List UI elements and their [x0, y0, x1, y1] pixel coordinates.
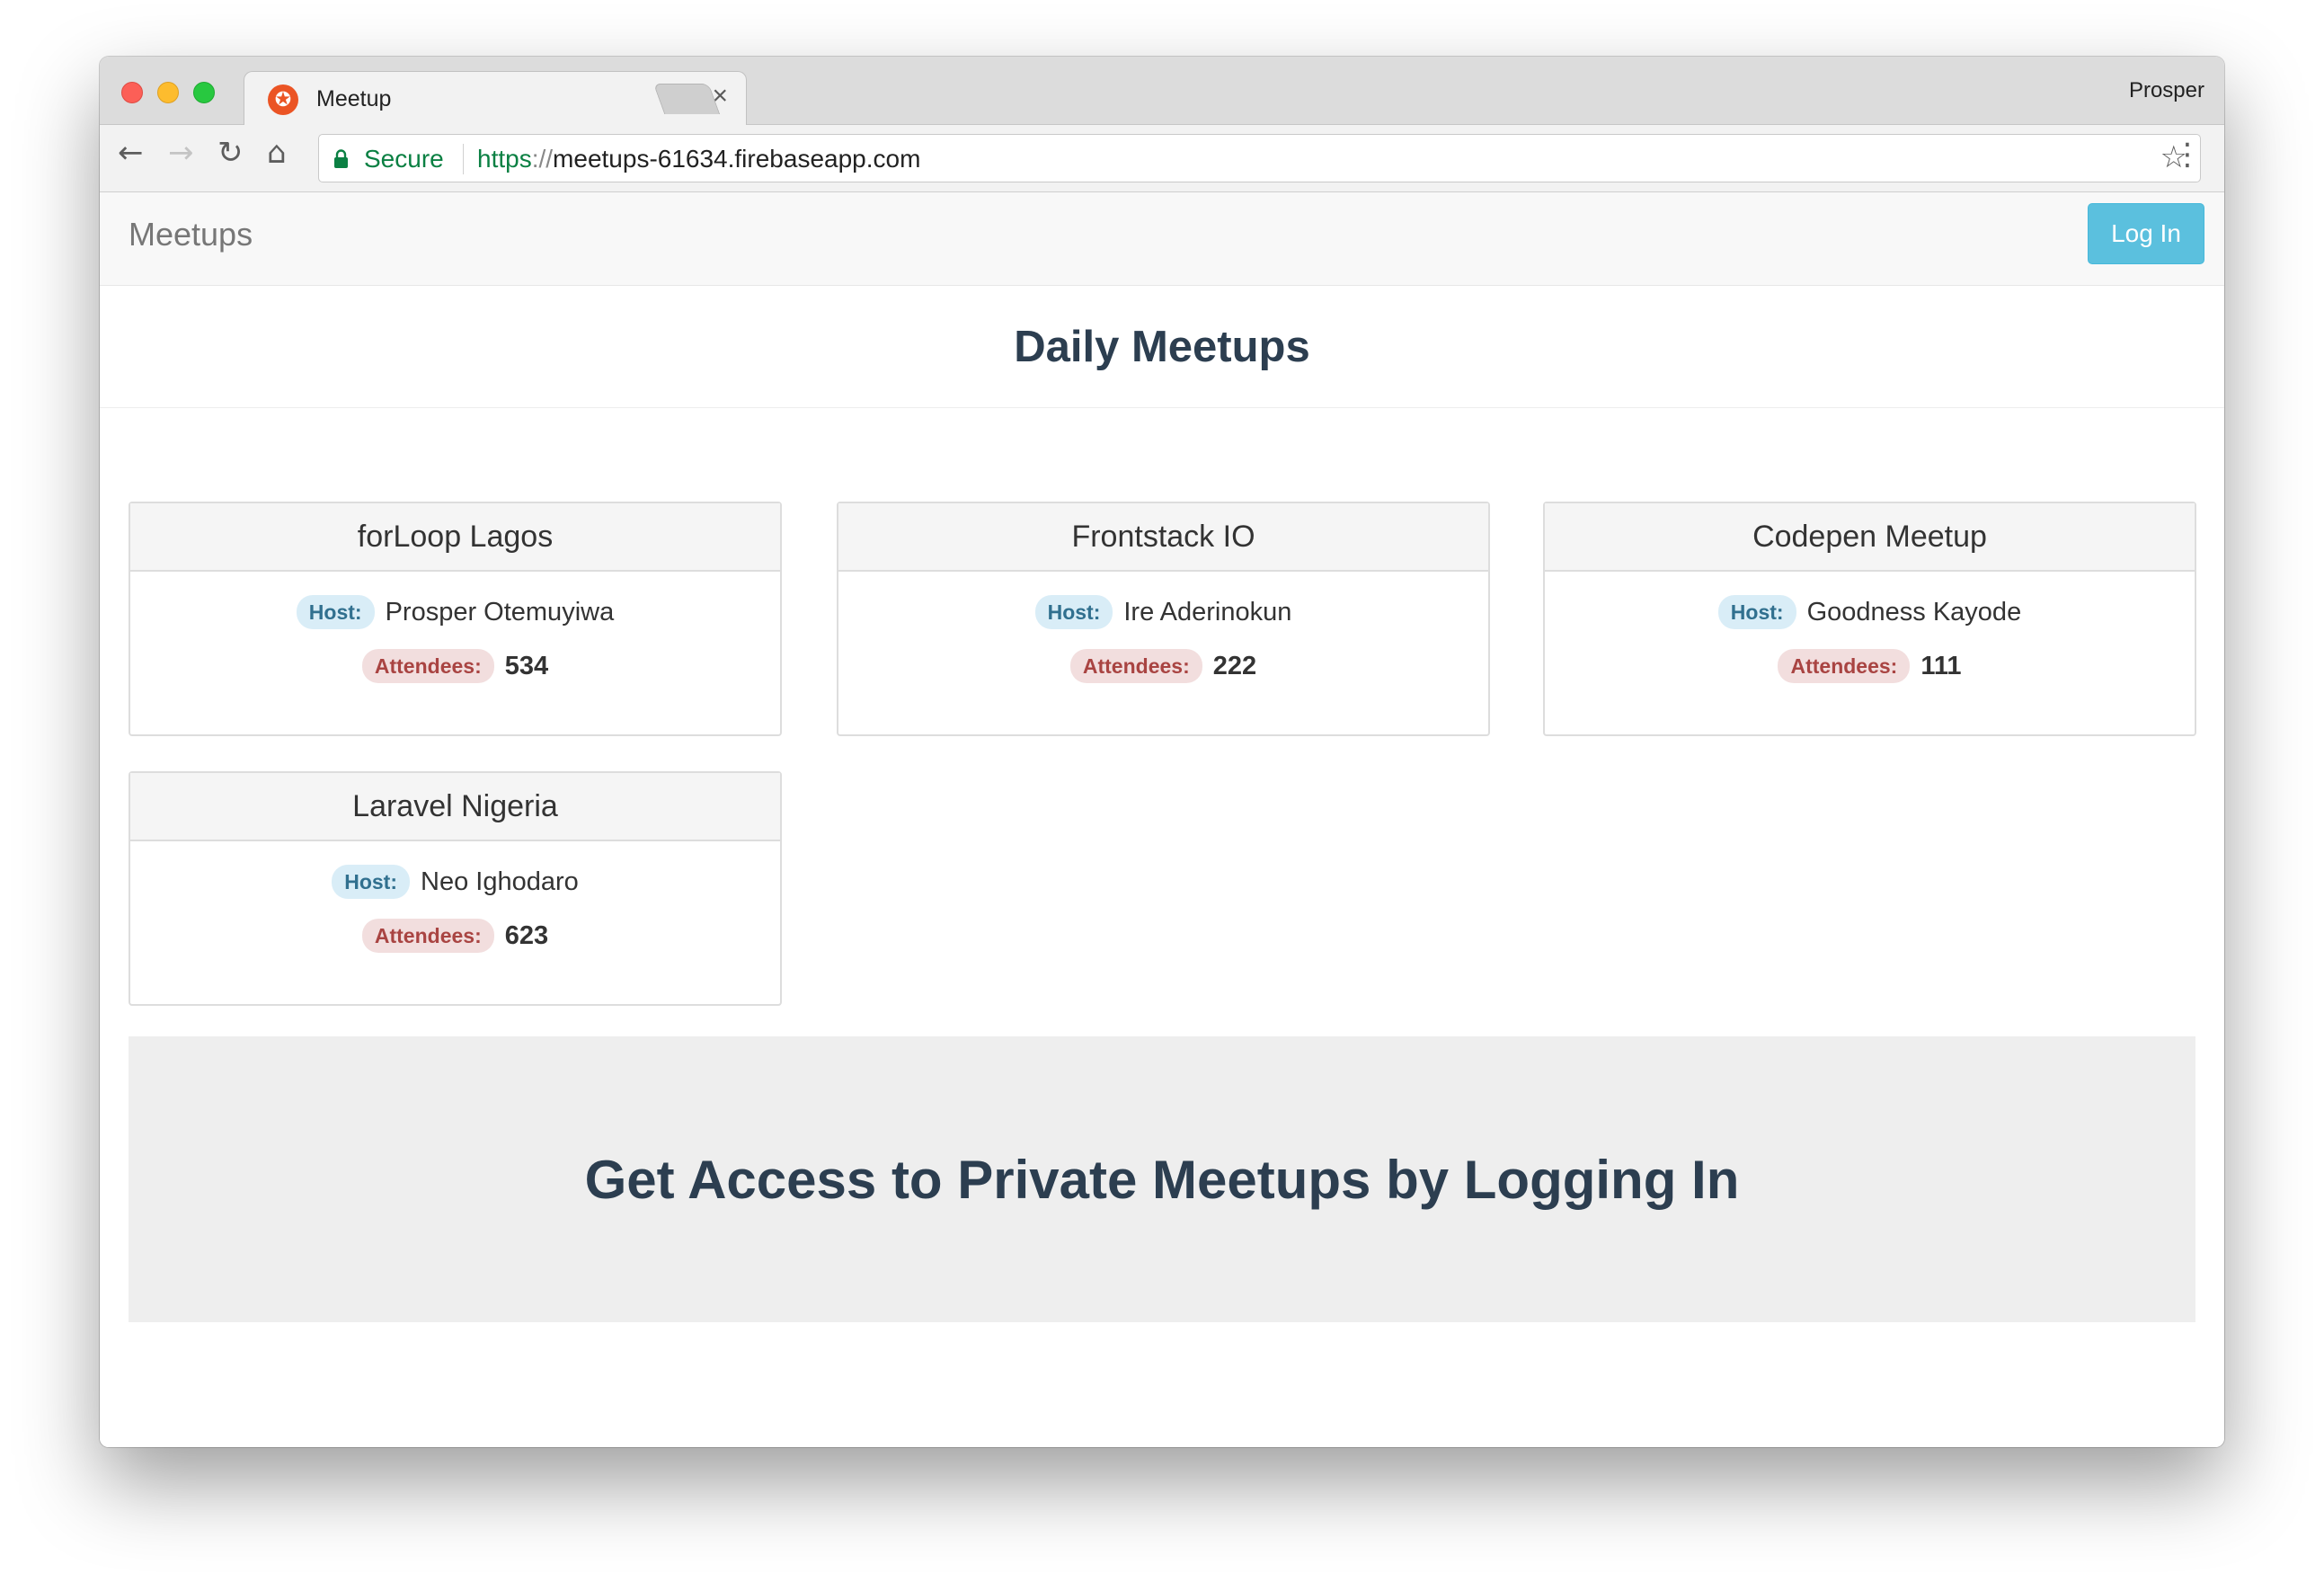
meetup-name: forLoop Lagos: [130, 503, 780, 572]
secure-label: Secure: [364, 145, 444, 173]
host-name: Goodness Kayode: [1806, 597, 2022, 627]
host-row: Host: Neo Ighodaro: [130, 865, 780, 899]
maximize-window-button[interactable]: [193, 82, 215, 103]
login-button[interactable]: Log In: [2088, 203, 2204, 264]
host-badge: Host:: [1034, 595, 1113, 629]
host-row: Host: Ire Aderinokun: [838, 595, 1488, 629]
attendees-row: Attendees: 222: [838, 649, 1488, 683]
new-tab-button[interactable]: [652, 84, 721, 114]
close-window-button[interactable]: [121, 82, 143, 103]
attendees-badge: Attendees:: [361, 649, 494, 683]
tab-strip: ✪ Meetup × Prosper: [100, 57, 2224, 126]
login-cta-jumbotron: Get Access to Private Meetups by Logging…: [129, 1036, 2195, 1322]
meetup-card-body: Host: Ire Aderinokun Attendees: 222: [838, 572, 1488, 736]
host-name: Prosper Otemuyiwa: [385, 597, 615, 627]
meetup-card-body: Host: Prosper Otemuyiwa Attendees: 534: [130, 572, 780, 736]
minimize-window-button[interactable]: [157, 82, 179, 103]
meetup-card: Laravel Nigeria Host: Neo Ighodaro Atten…: [129, 771, 782, 1006]
url-separator: [463, 144, 464, 174]
meetup-card-body: Host: Goodness Kayode Attendees: 111: [1545, 572, 2195, 736]
browser-toolbar: ← → ↻ ⌂ Secure https://meetups-61634.fir…: [100, 125, 2224, 192]
url-host: meetups-61634.firebaseapp.com: [553, 145, 921, 173]
attendees-count: 623: [504, 920, 549, 950]
attendees-row: Attendees: 111: [1545, 649, 2195, 683]
meetup-name: Frontstack IO: [838, 503, 1488, 572]
profile-name[interactable]: Prosper: [2129, 78, 2204, 103]
host-badge: Host:: [332, 865, 411, 899]
host-badge: Host:: [296, 595, 375, 629]
login-cta-text: Get Access to Private Meetups by Logging…: [584, 1149, 1740, 1210]
address-bar[interactable]: Secure https://meetups-61634.firebaseapp…: [318, 134, 2201, 182]
navbar: Meetups Log In: [100, 192, 2224, 286]
page-content: Meetups Log In Daily Meetups forLoop Lag…: [100, 192, 2224, 1447]
lock-icon: [334, 149, 348, 168]
url-text[interactable]: https://meetups-61634.firebaseapp.com: [477, 145, 920, 173]
auth0-favicon-icon: ✪: [268, 84, 298, 115]
host-badge: Host:: [1717, 595, 1796, 629]
url-scheme-separator: ://: [531, 145, 554, 173]
meetup-name: Codepen Meetup: [1545, 503, 2195, 572]
reload-icon[interactable]: ↻: [217, 138, 244, 168]
home-icon[interactable]: ⌂: [267, 138, 287, 168]
meetup-name: Laravel Nigeria: [130, 773, 780, 841]
screen: ✪ Meetup × Prosper ← → ↻ ⌂ Secure https:…: [0, 0, 2324, 1591]
host-name: Ire Aderinokun: [1123, 597, 1292, 627]
browser-window: ✪ Meetup × Prosper ← → ↻ ⌂ Secure https:…: [100, 57, 2224, 1447]
host-name: Neo Ighodaro: [421, 867, 579, 896]
meetup-card-body: Host: Neo Ighodaro Attendees: 623: [130, 841, 780, 1006]
tab-title: Meetup: [316, 86, 392, 111]
page-header: Daily Meetups: [100, 286, 2224, 408]
back-arrow-icon[interactable]: ←: [118, 138, 144, 168]
attendees-badge: Attendees:: [1778, 649, 1911, 683]
navbar-brand[interactable]: Meetups: [129, 216, 253, 253]
url-scheme: https: [477, 145, 532, 173]
attendees-badge: Attendees:: [1069, 649, 1202, 683]
attendees-badge: Attendees:: [361, 919, 494, 953]
meetup-card: forLoop Lagos Host: Prosper Otemuyiwa At…: [129, 502, 782, 736]
attendees-count: 534: [504, 651, 549, 680]
host-row: Host: Prosper Otemuyiwa: [130, 595, 780, 629]
browser-menu-icon[interactable]: ⋮: [2172, 139, 2203, 170]
attendees-row: Attendees: 623: [130, 919, 780, 953]
host-row: Host: Goodness Kayode: [1545, 595, 2195, 629]
attendees-count: 111: [1920, 651, 1962, 680]
meetup-card: Frontstack IO Host: Ire Aderinokun Atten…: [837, 502, 1490, 736]
meetup-card: Codepen Meetup Host: Goodness Kayode Att…: [1543, 502, 2196, 736]
forward-arrow-icon[interactable]: →: [168, 138, 194, 168]
attendees-count: 222: [1212, 651, 1257, 680]
attendees-row: Attendees: 534: [130, 649, 780, 683]
page-title: Daily Meetups: [1014, 322, 1310, 371]
